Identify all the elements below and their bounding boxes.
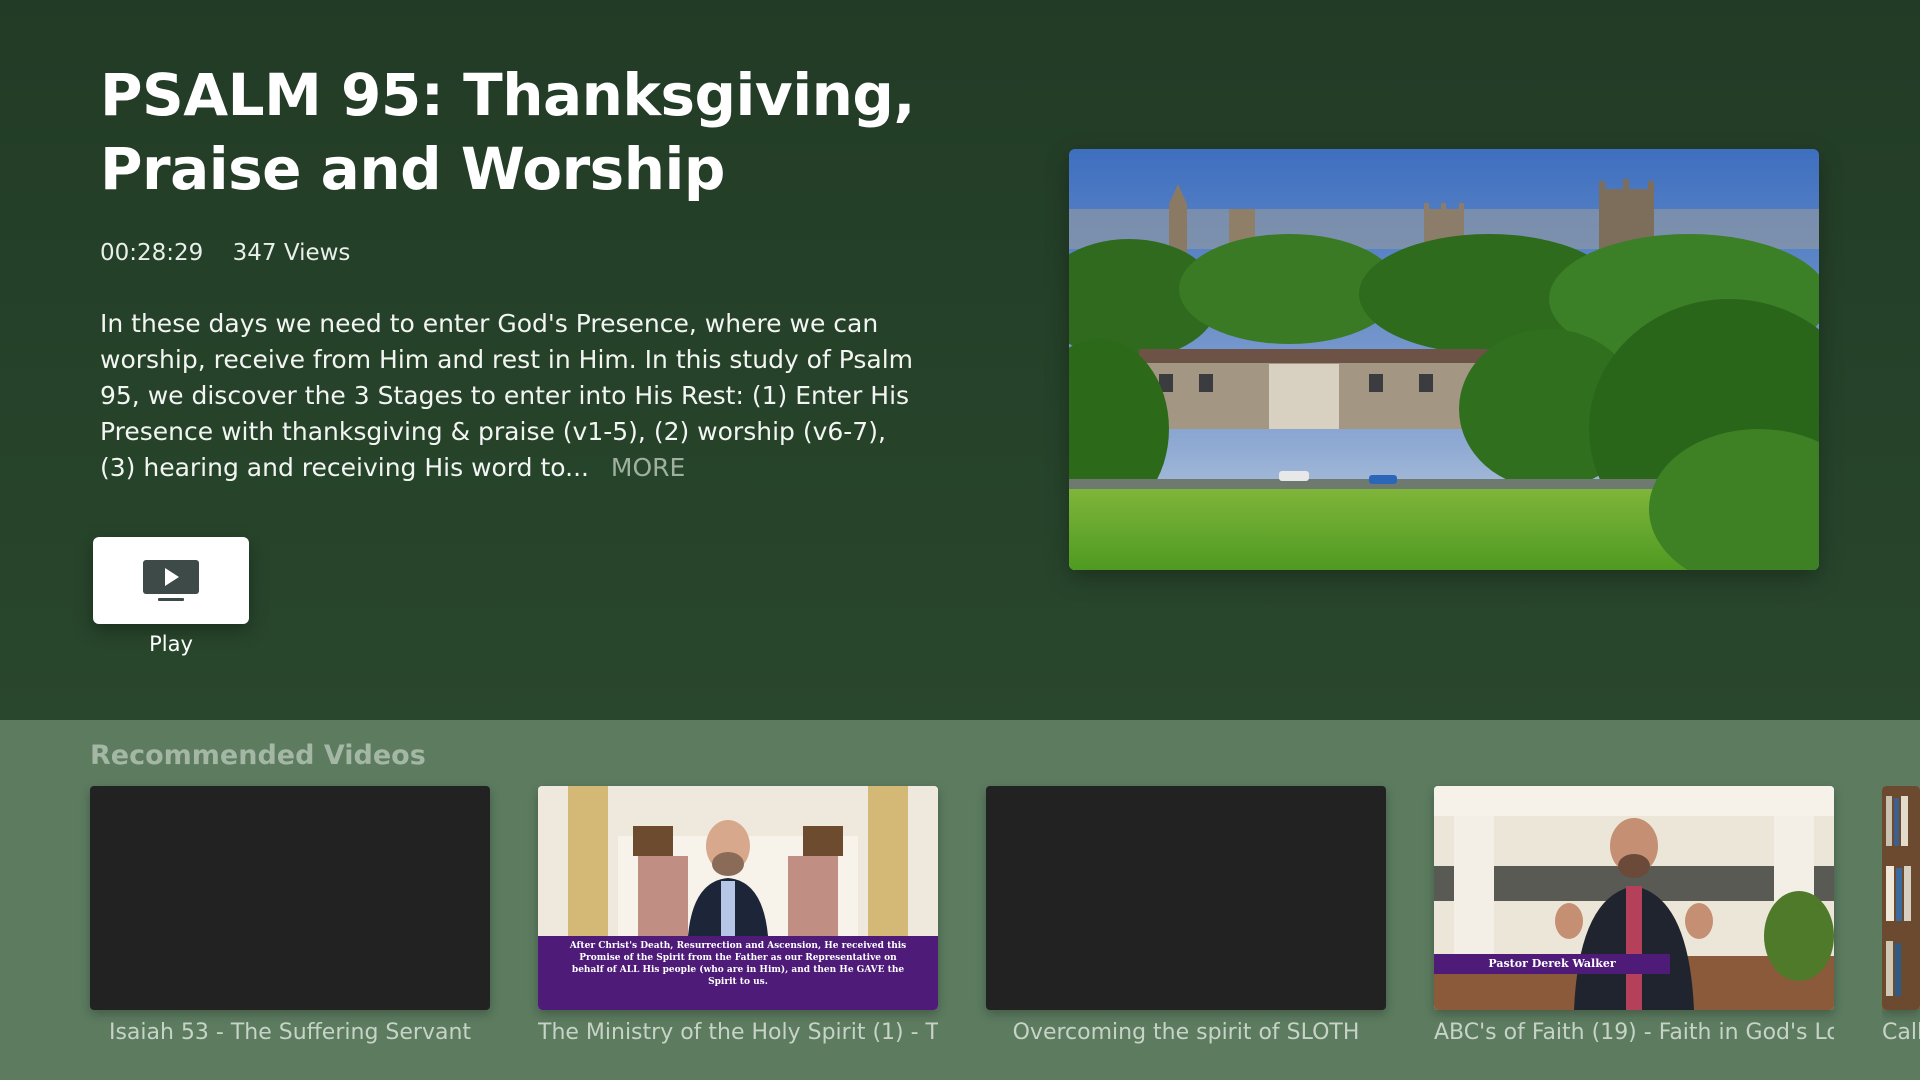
video-caption: After Christ's Death, Resurrection and A…: [538, 936, 938, 1010]
video-description[interactable]: In these days we need to enter God's Pre…: [100, 306, 920, 486]
video-thumbnail: Pastor Derek Walker: [1434, 786, 1834, 1010]
bookshelf-image: [1882, 786, 1920, 1010]
oxford-landscape-image: [1069, 149, 1819, 570]
video-detail-hero: PSALM 95: Thanksgiving, Praise and Worsh…: [0, 0, 1920, 720]
video-duration: 00:28:29: [100, 240, 204, 266]
speaker-name-caption: Pastor Derek Walker: [1434, 954, 1670, 974]
video-thumbnail-placeholder: [986, 786, 1386, 1010]
video-thumbnail: [1882, 786, 1920, 1010]
play-button[interactable]: [93, 537, 249, 624]
recommended-section: Recommended Videos Isaiah 53 - The Suffe…: [0, 720, 1920, 1080]
speaker-gesturing-image: [1434, 786, 1834, 1010]
recommended-video-card[interactable]: Overcoming the spirit of SLOTH: [986, 786, 1386, 1045]
recommended-video-card-partial[interactable]: Call: [1882, 786, 1920, 1045]
recommended-video-title: Isaiah 53 - The Suffering Servant: [108, 1020, 472, 1045]
more-link[interactable]: MORE: [611, 453, 685, 482]
recommended-video-card[interactable]: After Christ's Death, Resurrection and A…: [538, 786, 938, 1045]
recommended-video-card[interactable]: Pastor Derek Walker ABC's of Faith (19) …: [1434, 786, 1834, 1045]
video-meta: 00:28:29 347 Views: [100, 240, 372, 266]
video-title-line-1: PSALM 95: Thanksgiving,: [100, 61, 915, 129]
recommended-video-title: ABC's of Faith (19) - Faith in God's Lov…: [1434, 1020, 1834, 1045]
recommended-video-title: The Ministry of the Holy Spirit (1) - Th…: [538, 1020, 938, 1045]
video-thumbnail: [1069, 149, 1819, 570]
play-screen-icon: [143, 559, 199, 601]
play-control[interactable]: Play: [93, 537, 249, 656]
video-thumbnail: After Christ's Death, Resurrection and A…: [538, 786, 938, 1010]
description-text: In these days we need to enter God's Pre…: [100, 309, 914, 482]
video-thumbnail-placeholder: [90, 786, 490, 1010]
recommended-video-title: Call: [1882, 1020, 1920, 1045]
recommended-video-title: Overcoming the spirit of SLOTH: [1012, 1020, 1360, 1045]
video-title: PSALM 95: Thanksgiving, Praise and Worsh…: [100, 58, 960, 206]
video-title-line-2: Praise and Worship: [100, 135, 725, 203]
recommended-heading: Recommended Videos: [90, 740, 426, 771]
recommended-video-card[interactable]: Isaiah 53 - The Suffering Servant: [90, 786, 490, 1045]
play-label: Play: [149, 632, 193, 656]
video-views: 347 Views: [232, 240, 351, 266]
